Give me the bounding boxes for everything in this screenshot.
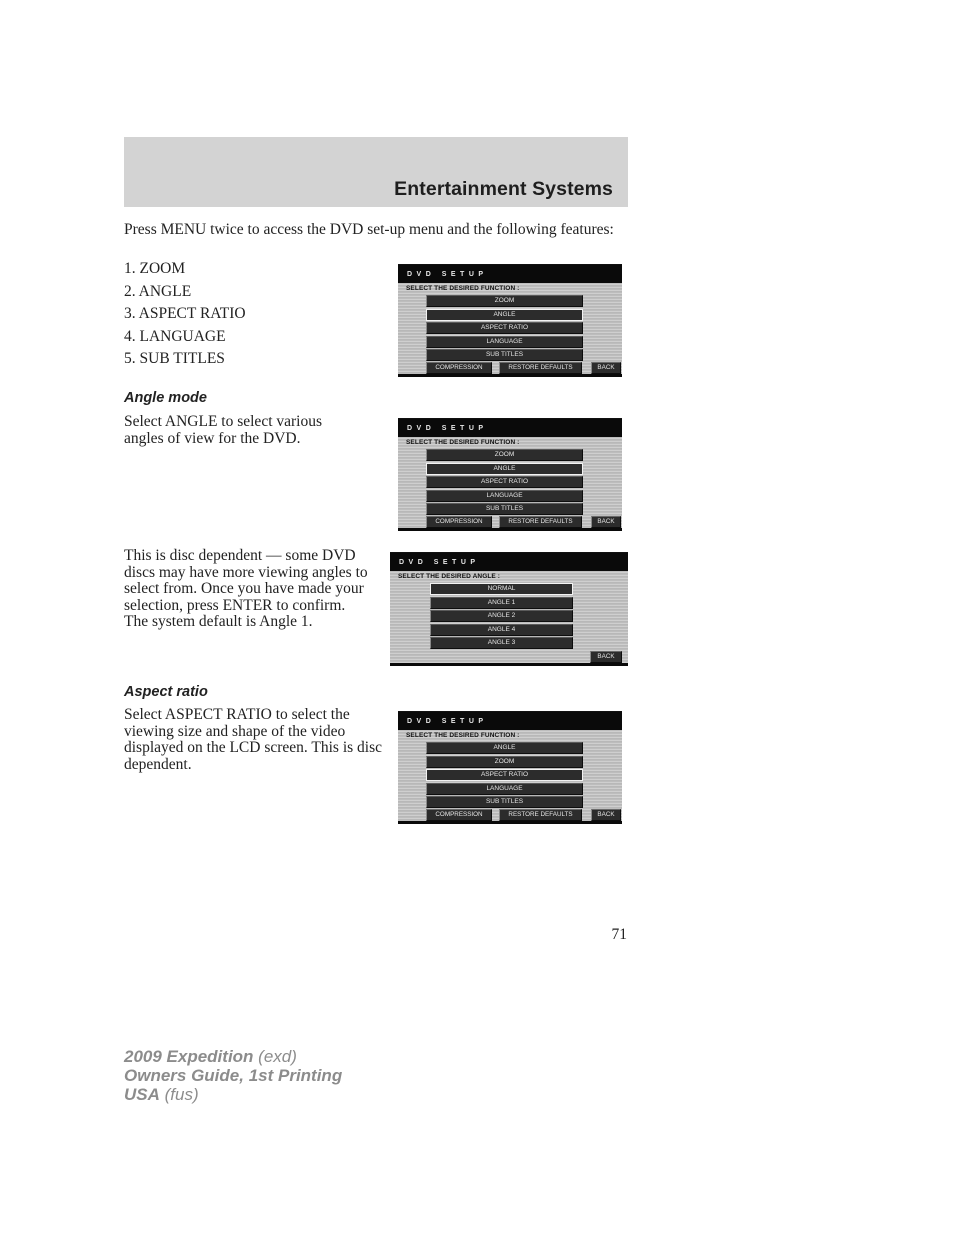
dvd-menu-item[interactable]: ANGLE [426, 308, 583, 321]
dvd-setup-screen-angle-list: DVD SETUP SELECT THE DESIRED ANGLE : NORMA… [390, 552, 628, 666]
dvd-prompt: SELECT THE DESIRED FUNCTION : [406, 285, 520, 292]
dvd-button-row: COMPRESSION RESTORE DEFAULTS BACK [398, 809, 622, 821]
dvd-title-bar: DVD SETUP [398, 265, 622, 283]
dvd-title-bar: DVD SETUP [398, 712, 622, 730]
feature-item: 1. ZOOM [124, 260, 186, 277]
section-title: Entertainment Systems [394, 178, 613, 200]
dvd-menu-item[interactable]: ANGLE 2 [430, 610, 573, 623]
dvd-menu-list: ZOOM ANGLE ASPECT RATIO LANGUAGE SUB TITLES [426, 449, 583, 517]
feature-item: 5. SUB TITLES [124, 350, 225, 367]
feature-item: 3. ASPECT RATIO [124, 305, 246, 322]
dvd-menu-item[interactable]: SUB TITLES [426, 349, 583, 362]
aspect-ratio-paragraph: Select ASPECT RATIO to select the viewin… [124, 706, 383, 773]
footer-model: 2009 Expedition [124, 1047, 254, 1066]
footer-region: USA [124, 1085, 160, 1104]
feature-item: 2. ANGLE [124, 282, 192, 300]
dvd-menu-item[interactable]: SUB TITLES [426, 503, 583, 516]
angle-mode-heading: Angle mode [124, 390, 207, 406]
footer-guide: Owners Guide, 1st Printing [124, 1066, 343, 1085]
dvd-menu-list: ZOOM ANGLE ASPECT RATIO LANGUAGE SUB TITLES [426, 295, 583, 363]
dvd-setup-screen-aspect-ratio: DVD SETUP SELECT THE DESIRED FUNCTION : AN… [398, 711, 622, 824]
dvd-menu-item[interactable]: NORMAL [430, 583, 573, 595]
document-footer: 2009 Expedition (exd) Owners Guide, 1st … [124, 1047, 342, 1104]
dvd-menu-item[interactable]: LANGUAGE [426, 489, 583, 502]
back-button[interactable]: BACK [590, 651, 622, 663]
feature-list: 1. ZOOM 2. ANGLE 3. ASPECT RATIO 4. LANG… [124, 260, 246, 373]
dvd-title: DVD SETUP [407, 271, 488, 278]
dvd-menu-item[interactable]: ANGLE 3 [430, 637, 573, 650]
dvd-footer-bar [398, 374, 622, 377]
compression-button[interactable]: COMPRESSION [426, 362, 492, 374]
dvd-menu-item[interactable]: ASPECT RATIO [426, 322, 583, 335]
angle-disc-dependent-paragraph: This is disc dependent — some DVD discs … [124, 547, 368, 630]
dvd-menu-item[interactable]: LANGUAGE [426, 335, 583, 348]
dvd-setup-screen-angle-selected: DVD SETUP SELECT THE DESIRED FUNCTION : ZO… [398, 418, 622, 531]
footer-model-code: (exd) [258, 1047, 297, 1066]
footer-region-code: (fus) [164, 1085, 199, 1104]
dvd-title-bar: DVD SETUP [390, 553, 628, 571]
dvd-menu-item[interactable]: SUB TITLES [426, 796, 583, 809]
feature-item: 4. LANGUAGE [124, 327, 226, 345]
dvd-menu-item[interactable]: ANGLE 1 [430, 596, 573, 609]
restore-defaults-button[interactable]: RESTORE DEFAULTS [499, 362, 582, 374]
dvd-prompt: SELECT THE DESIRED FUNCTION : [406, 439, 520, 446]
intro-paragraph: Press MENU twice to access the DVD set-u… [124, 221, 614, 238]
dvd-prompt: SELECT THE DESIRED FUNCTION : [406, 732, 520, 739]
dvd-footer-bar [390, 663, 628, 666]
restore-defaults-button[interactable]: RESTORE DEFAULTS [499, 516, 582, 528]
dvd-footer-bar [398, 821, 622, 824]
back-button[interactable]: BACK [591, 516, 621, 528]
dvd-title: DVD SETUP [407, 718, 488, 725]
dvd-title-bar: DVD SETUP [398, 419, 622, 437]
dvd-menu-list: ANGLE ZOOM ASPECT RATIO LANGUAGE SUB TITLES [426, 742, 583, 810]
dvd-menu-item[interactable]: ASPECT RATIO [426, 769, 583, 782]
dvd-button-row: BACK [390, 651, 628, 663]
dvd-menu-list: NORMAL ANGLE 1 ANGLE 2 ANGLE 4 ANGLE 3 [430, 583, 573, 651]
dvd-menu-item[interactable]: ZOOM [426, 755, 583, 768]
section-header-band: Entertainment Systems [124, 137, 628, 207]
dvd-prompt: SELECT THE DESIRED ANGLE : [398, 573, 501, 580]
dvd-title: DVD SETUP [399, 559, 480, 566]
dvd-menu-item[interactable]: ZOOM [426, 295, 583, 307]
dvd-title: DVD SETUP [407, 425, 488, 432]
restore-defaults-button[interactable]: RESTORE DEFAULTS [499, 809, 582, 821]
dvd-button-row: COMPRESSION RESTORE DEFAULTS BACK [398, 362, 622, 374]
back-button[interactable]: BACK [591, 809, 621, 821]
angle-mode-paragraph: Select ANGLE to select various angles of… [124, 413, 323, 447]
dvd-menu-item[interactable]: ANGLE [426, 462, 583, 475]
dvd-setup-screen-function: DVD SETUP SELECT THE DESIRED FUNCTION : ZO… [398, 264, 622, 377]
compression-button[interactable]: COMPRESSION [426, 809, 492, 821]
aspect-ratio-heading: Aspect ratio [124, 684, 208, 700]
dvd-footer-bar [398, 528, 622, 531]
compression-button[interactable]: COMPRESSION [426, 516, 492, 528]
dvd-menu-item[interactable]: LANGUAGE [426, 782, 583, 795]
back-button[interactable]: BACK [591, 362, 621, 374]
dvd-menu-item[interactable]: ANGLE 4 [430, 623, 573, 636]
dvd-menu-item[interactable]: ASPECT RATIO [426, 476, 583, 489]
dvd-menu-item[interactable]: ANGLE [426, 742, 583, 754]
page-number: 71 [611, 926, 628, 943]
dvd-button-row: COMPRESSION RESTORE DEFAULTS BACK [398, 516, 622, 528]
dvd-menu-item[interactable]: ZOOM [426, 449, 583, 461]
